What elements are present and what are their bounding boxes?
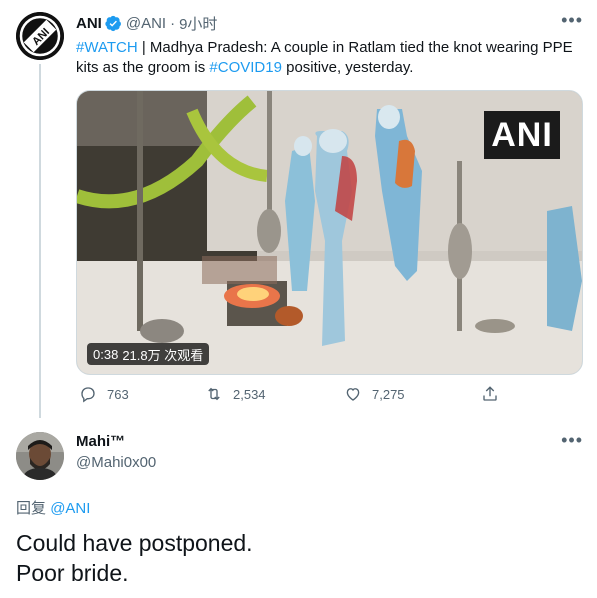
like-count: 7,275 (372, 386, 405, 402)
tweet-actions: 763 2,534 7,275 (76, 385, 499, 409)
reply-more-options-icon[interactable]: ••• (561, 430, 583, 451)
ani-logo-avatar-icon: ANI (16, 12, 64, 60)
hashtag-covid19[interactable]: #COVID19 (209, 59, 282, 76)
hashtag-watch[interactable]: #WATCH (76, 39, 138, 56)
user-photo-icon (16, 432, 64, 480)
reply-author-name[interactable]: Mahi™ (76, 433, 125, 450)
author-handle[interactable]: @ANI (126, 15, 166, 32)
reply-icon (81, 387, 95, 403)
reply-author-handle[interactable]: @Mahi0x00 (76, 454, 156, 471)
more-options-icon[interactable]: ••• (561, 10, 583, 31)
tweet-text-part-2: positive, yesterday. (281, 59, 414, 76)
reply-count: 763 (107, 386, 129, 402)
author-name[interactable]: ANI (76, 15, 102, 32)
thread-line (39, 64, 41, 418)
tweet-time[interactable]: 9小时 (179, 13, 217, 34)
tweet-text: #WATCH | Madhya Pradesh: A couple in Rat… (76, 38, 581, 78)
video-player[interactable]: ANI 0:38 21.8万 次观看 (76, 90, 583, 375)
reply-text: Could have postponed. Poor bride. (16, 528, 253, 588)
ani-avatar[interactable]: ANI (16, 12, 64, 60)
ani-watermark-logo: ANI (484, 111, 560, 159)
tweet: ANI ANI @ANI · 9小时 ••• #WATCH | Madhya P… (0, 0, 597, 418)
mahi-avatar[interactable] (16, 432, 64, 480)
separator-dot: · (170, 14, 176, 32)
video-duration: 0:38 (93, 346, 119, 362)
share-icon (483, 386, 497, 401)
like-action[interactable]: 7,275 (344, 385, 405, 403)
retweet-action[interactable]: 2,534 (205, 385, 266, 403)
reply-tweet: Mahi™ @Mahi0x00 ••• 回复 @ANI Could have p… (0, 418, 597, 598)
replying-to-line: 回复 @ANI (16, 497, 90, 518)
tweet-header: ANI @ANI · 9小时 (76, 13, 217, 33)
like-heart-icon (346, 388, 360, 401)
retweet-count: 2,534 (233, 386, 266, 402)
verified-badge-icon (105, 15, 121, 31)
reply-text-line-1: Could have postponed. (16, 530, 253, 556)
replying-to-handle[interactable]: @ANI (50, 500, 90, 517)
replying-prefix: 回复 (16, 500, 47, 517)
share-action[interactable] (481, 385, 499, 403)
reply-action[interactable]: 763 (79, 385, 129, 403)
video-views: 21.8万 次观看 (122, 347, 204, 363)
reply-text-line-2: Poor bride. (16, 560, 129, 586)
retweet-icon (208, 387, 220, 401)
video-duration-views-badge: 0:38 21.8万 次观看 (87, 343, 210, 365)
